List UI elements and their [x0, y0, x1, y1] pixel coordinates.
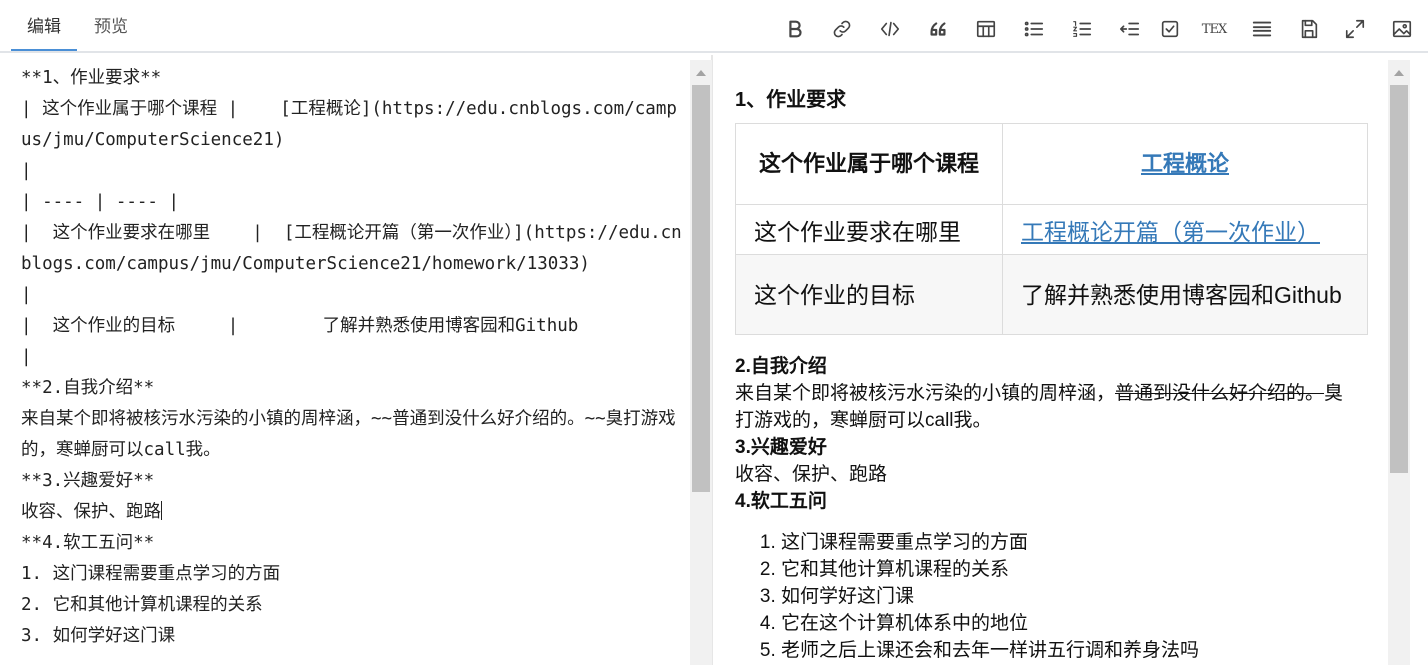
- unordered-list-icon[interactable]: [1019, 14, 1049, 44]
- list-item: 它在这个计算机体系中的地位: [781, 610, 1355, 637]
- intro-text: 来自某个即将被核污水污染的小镇的周梓涵，: [735, 383, 1116, 404]
- editor-line: **2.自我介绍**: [21, 378, 155, 398]
- bold-icon[interactable]: [780, 14, 810, 44]
- scrollbar-thumb[interactable]: [692, 85, 710, 492]
- tex-icon[interactable]: TEX: [1199, 14, 1229, 44]
- editor-line: | 这个作业的目标 | 了解并熟悉使用博客园和Github: [21, 316, 579, 336]
- checkbox-icon[interactable]: [1155, 14, 1185, 44]
- editor-line: | 这个作业要求在哪里 | [工程概论开篇（第一次作业）](https://ed…: [21, 223, 685, 305]
- preview-body: 2.自我介绍 来自某个即将被核污水污染的小镇的周梓涵，普通到没什么好介绍的。臭打…: [735, 353, 1355, 664]
- editor-scrollbar[interactable]: [690, 60, 712, 665]
- table-cell-link: 工程概论开篇（第一次作业）: [1002, 204, 1368, 255]
- markdown-editor[interactable]: **1、作业要求** | 这个作业属于哪个课程 | [工程概论](https://…: [0, 55, 713, 665]
- quote-icon[interactable]: [923, 14, 953, 44]
- ordered-list-icon[interactable]: [1067, 14, 1097, 44]
- scrollbar-thumb[interactable]: [1390, 85, 1408, 473]
- questions-list: 这门课程需要重点学习的方面它和其他计算机课程的关系如何学好这门课它在这个计算机体…: [735, 529, 1355, 664]
- save-icon[interactable]: [1294, 14, 1324, 44]
- editor-line: 2. 它和其他计算机课程的关系: [21, 595, 263, 615]
- editor-line: **3.兴趣爱好**: [21, 471, 155, 491]
- indent-icon[interactable]: [1115, 14, 1145, 44]
- tab-preview[interactable]: 预览: [82, 0, 140, 51]
- table-header-label: 这个作业属于哪个课程: [735, 123, 1003, 205]
- scroll-up-arrow[interactable]: [1388, 63, 1410, 83]
- editor-line: |: [21, 347, 32, 367]
- preview-scrollbar[interactable]: [1388, 60, 1410, 665]
- list-item: 这门课程需要重点学习的方面: [781, 529, 1355, 556]
- table-row: 这个作业要求在哪里 工程概论开篇（第一次作业）: [735, 204, 1368, 255]
- code-icon[interactable]: [875, 14, 905, 44]
- homework-link[interactable]: 工程概论开篇（第一次作业）: [1021, 219, 1320, 245]
- fullscreen-icon[interactable]: [1340, 14, 1370, 44]
- editor-header: 编辑 预览 TEX: [0, 0, 1428, 53]
- preview-heading-intro: 2.自我介绍: [735, 356, 827, 377]
- editor-line: **1、作业要求**: [21, 68, 162, 88]
- table-row: 这个作业的目标 了解并熟悉使用博客园和Github: [735, 254, 1368, 335]
- editor-line: 3. 如何学好这门课: [21, 626, 176, 646]
- editor-line: 来自某个即将被核污水污染的小镇的周梓涵，~~普通到没什么好介绍的。~~臭打游戏的…: [21, 409, 676, 460]
- editor-line: **4.软工五问**: [21, 533, 155, 553]
- editor-line: 收容、保护、跑路: [21, 501, 162, 522]
- table-cell-label: 这个作业的目标: [735, 254, 1003, 335]
- preview-heading-hobby: 3.兴趣爱好: [735, 437, 827, 458]
- editor-line: 1. 这门课程需要重点学习的方面: [21, 564, 281, 584]
- link-icon[interactable]: [827, 14, 857, 44]
- align-icon[interactable]: [1247, 14, 1277, 44]
- editor-textarea[interactable]: **1、作业要求** | 这个作业属于哪个课程 | [工程概论](https://…: [21, 63, 683, 652]
- scroll-up-arrow[interactable]: [690, 63, 712, 83]
- table-icon[interactable]: [971, 14, 1001, 44]
- preview-heading-questions: 4.软工五问: [735, 491, 827, 512]
- markdown-preview: 1、作业要求 这个作业属于哪个课程 工程概论 这个作业要求在哪里 工程概论开篇（…: [715, 55, 1387, 665]
- preview-hobby-text: 收容、保护、跑路: [735, 464, 888, 485]
- table-cell-label: 这个作业要求在哪里: [735, 204, 1003, 255]
- tex-label: TEX: [1201, 21, 1227, 37]
- list-item: 它和其他计算机课程的关系: [781, 556, 1355, 583]
- editor-line: |: [21, 161, 32, 181]
- editor-line: | ---- | ---- |: [21, 192, 180, 212]
- table-header-link-cell: 工程概论: [1002, 123, 1368, 205]
- list-item: 如何学好这门课: [781, 583, 1355, 610]
- text-caret: [161, 501, 162, 520]
- table-cell-value: 了解并熟悉使用博客园和Github: [1002, 254, 1368, 335]
- list-item: 老师之后上课还会和去年一样讲五行调和养身法吗: [781, 637, 1355, 664]
- intro-strikethrough: 普通到没什么好介绍的。: [1115, 383, 1325, 404]
- tab-edit[interactable]: 编辑: [11, 0, 77, 51]
- preview-table: 这个作业属于哪个课程 工程概论 这个作业要求在哪里 工程概论开篇（第一次作业） …: [735, 123, 1368, 335]
- editor-line: | 这个作业属于哪个课程 | [工程概论](https://edu.cnblog…: [21, 99, 677, 150]
- image-icon[interactable]: [1387, 14, 1417, 44]
- preview-heading-requirements: 1、作业要求: [735, 89, 847, 111]
- course-link[interactable]: 工程概论: [1141, 151, 1229, 176]
- preview-intro-paragraph: 来自某个即将被核污水污染的小镇的周梓涵，普通到没什么好介绍的。臭打游戏的，寒蝉厨…: [735, 380, 1355, 434]
